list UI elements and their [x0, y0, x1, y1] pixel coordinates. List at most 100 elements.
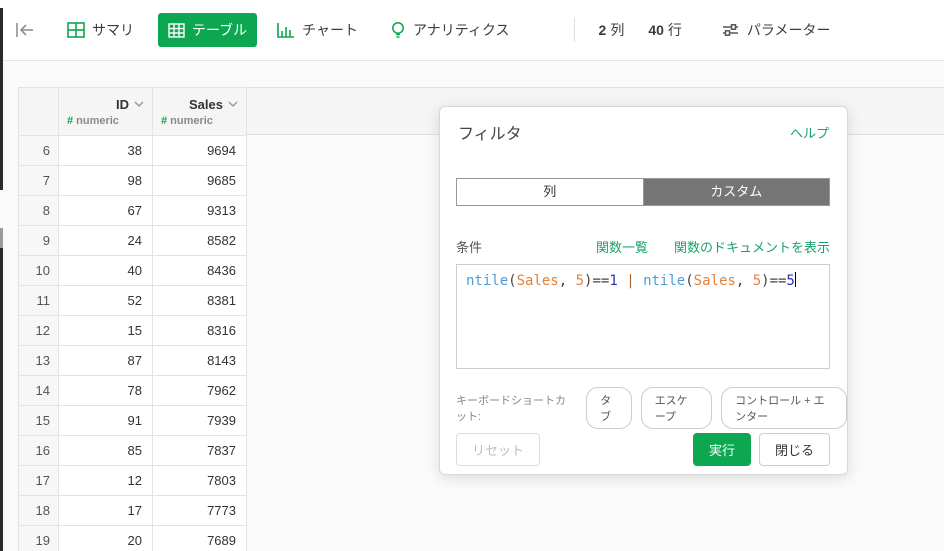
table-row[interactable]: 17 12 7803 [18, 465, 247, 496]
close-button[interactable]: 閉じる [758, 433, 830, 466]
table-row[interactable]: 15 91 7939 [18, 405, 247, 436]
app-window: サマリ テーブル チャート アナリティクス 2 列 40 行 パラメーター ID… [0, 0, 944, 551]
shortcut-pill: エスケープ [640, 387, 713, 429]
column-name: ID [116, 96, 129, 112]
sliders-icon [722, 23, 739, 37]
row-number-cell: 16 [18, 435, 59, 466]
tab-analytics[interactable]: アナリティクス [380, 13, 519, 47]
left-pane-edge[interactable] [0, 8, 3, 190]
numeric-type-icon: # [67, 114, 74, 127]
data-cell: 98 [58, 165, 153, 196]
table-row[interactable]: 18 17 7773 [18, 495, 247, 526]
tab-chart[interactable]: チャート [267, 13, 368, 47]
condition-code-editor[interactable]: ntile(Sales, 5)==1 | ntile(Sales, 5)==5 [456, 264, 830, 369]
data-cell: 67 [58, 195, 153, 226]
data-cell: 9313 [152, 195, 247, 226]
table-row[interactable]: 19 20 7689 [18, 525, 247, 551]
toolbar: サマリ テーブル チャート アナリティクス 2 列 40 行 パラメーター [0, 0, 944, 61]
reset-button[interactable]: リセット [456, 433, 541, 466]
data-cell: 38 [58, 135, 153, 166]
table-row[interactable]: 10 40 8436 [18, 255, 247, 286]
row-count: 40 行 [648, 20, 682, 40]
table-grid-icon [168, 22, 185, 38]
code-token: ntile [643, 273, 686, 289]
row-number-cell: 18 [18, 495, 59, 526]
row-number-cell: 7 [18, 165, 59, 196]
run-button[interactable]: 実行 [692, 433, 751, 466]
data-cell: 7837 [152, 435, 247, 466]
shortcut-label: キーボードショートカット: [456, 395, 566, 423]
shortcut-pills: タブ エスケープ コントロール + エンター [586, 387, 848, 429]
data-cell: 20 [58, 525, 153, 551]
parameters-button[interactable]: パラメーター [722, 20, 831, 40]
data-cell: 24 [58, 225, 153, 256]
code-token: 1 [609, 273, 618, 289]
table-row[interactable]: 9 24 8582 [18, 225, 247, 256]
tab-table-label: テーブル [192, 22, 248, 38]
data-cell: 91 [58, 405, 153, 436]
tab-analytics-label: アナリティクス [413, 22, 510, 38]
table-row[interactable]: 7 98 9685 [18, 165, 247, 196]
data-cell: 8582 [152, 225, 247, 256]
table-row[interactable]: 11 52 8381 [18, 285, 247, 316]
function-list-link[interactable]: 関数一覧 [596, 237, 648, 256]
data-cell: 8143 [152, 345, 247, 376]
numeric-type-icon: # [161, 114, 168, 127]
column-header-id[interactable]: ID # numeric [58, 87, 153, 136]
dialog-footer: リセット 実行 閉じる [456, 433, 830, 466]
table-row[interactable]: 12 15 8316 [18, 315, 247, 346]
tab-summary-label: サマリ [92, 22, 134, 38]
text-cursor [794, 272, 796, 287]
left-pane-edge-handle[interactable] [0, 228, 3, 248]
column-header-sales[interactable]: Sales # numeric [152, 87, 247, 136]
row-number-header [18, 87, 59, 136]
chevron-down-icon[interactable] [228, 101, 238, 107]
code-token: , [558, 273, 576, 289]
column-count-value: 2 [598, 22, 607, 38]
table-row[interactable]: 8 67 9313 [18, 195, 247, 226]
column-count: 2列 [599, 20, 625, 40]
row-number-cell: 9 [18, 225, 59, 256]
code-token: ( [685, 273, 694, 289]
collapse-left-button[interactable] [14, 19, 36, 41]
tab-custom-filter[interactable]: カスタム [643, 179, 829, 205]
chevron-down-icon[interactable] [134, 101, 144, 107]
data-cell: 17 [58, 495, 153, 526]
data-cell: 15 [58, 315, 153, 346]
filter-mode-toggle: 列 カスタム [456, 178, 830, 206]
row-count-unit: 行 [667, 22, 682, 38]
data-cell: 8436 [152, 255, 247, 286]
row-number-cell: 12 [18, 315, 59, 346]
tab-summary[interactable]: サマリ [57, 13, 144, 47]
code-token: Sales [516, 273, 559, 289]
table-row[interactable]: 6 38 9694 [18, 135, 247, 166]
row-count-value: 40 [648, 22, 664, 38]
data-table: ID # numeric Sales # numeric 6 38 9694 7… [18, 87, 247, 551]
data-cell: 87 [58, 345, 153, 376]
code-token: ) [761, 273, 770, 289]
table-row[interactable]: 13 87 8143 [18, 345, 247, 376]
table-header-row: ID # numeric Sales # numeric [18, 87, 247, 136]
column-name: Sales [189, 96, 223, 112]
row-number-cell: 8 [18, 195, 59, 226]
data-cell: 8316 [152, 315, 247, 346]
data-cell: 9694 [152, 135, 247, 166]
chart-bars-icon [277, 22, 295, 38]
data-cell: 7689 [152, 525, 247, 551]
data-cell: 12 [58, 465, 153, 496]
data-cell: 40 [58, 255, 153, 286]
parameters-label: パラメーター [746, 22, 831, 38]
function-doc-link[interactable]: 関数のドキュメントを表示 [674, 237, 830, 256]
column-type: # numeric [67, 114, 119, 127]
code-token: ( [508, 273, 517, 289]
left-pane-edge[interactable] [0, 248, 3, 551]
tab-column-filter[interactable]: 列 [457, 179, 644, 205]
help-link[interactable]: ヘルプ [790, 123, 829, 142]
table-row[interactable]: 16 85 7837 [18, 435, 247, 466]
column-type: # numeric [161, 114, 213, 127]
row-number-cell: 6 [18, 135, 59, 166]
data-cell: 9685 [152, 165, 247, 196]
table-row[interactable]: 14 78 7962 [18, 375, 247, 406]
tab-table[interactable]: テーブル [158, 13, 258, 47]
row-number-cell: 14 [18, 375, 59, 406]
